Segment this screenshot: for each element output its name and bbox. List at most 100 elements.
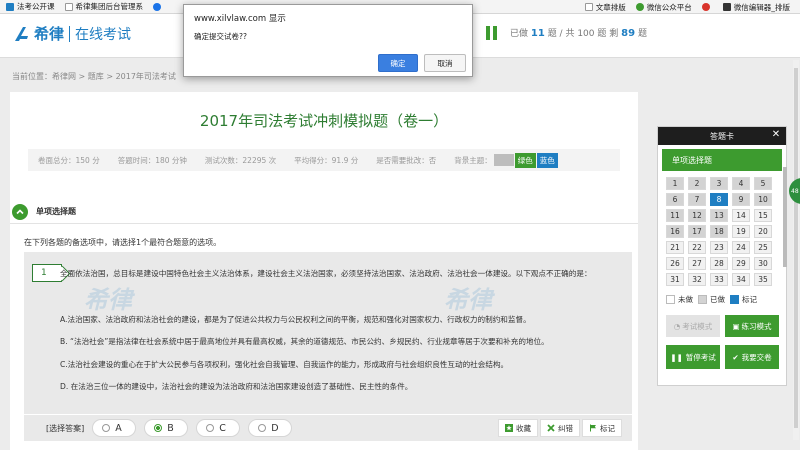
option-b-text: B. “法治社会”是指法律在社会系统中居于最高地位并具有最高权威，其余的道德规范… — [60, 337, 549, 346]
question-cell-14[interactable]: 14 — [732, 209, 750, 222]
question-cell-11[interactable]: 11 — [666, 209, 684, 222]
question-text: 全面依法治国，总目标是建设中国特色社会主义法治体系，建设社会主义法治国家，必须坚… — [60, 269, 592, 278]
radio-checked-icon — [154, 424, 163, 432]
side-float-tab[interactable]: 48 — [789, 178, 800, 204]
collapse-icon[interactable] — [12, 203, 28, 220]
question-cell-6[interactable]: 6 — [666, 193, 684, 206]
answer-option-d[interactable]: D — [248, 419, 293, 437]
question-cell-13[interactable]: 13 — [710, 209, 728, 222]
exam-info-bar: 卷面总分：150 分 答题时间：180 分钟 测试次数：22295 次 平均得分… — [28, 149, 620, 171]
question-cell-34[interactable]: 34 — [732, 273, 750, 286]
dialog-message: 确定提交试卷?? — [194, 32, 247, 41]
answer-option-b[interactable]: B — [144, 419, 189, 437]
logo-subtitle: 在线考试 — [75, 26, 132, 43]
question-grid: 1 2 3 4 5 6 7 8 9 10 11 12 13 14 15 16 17 18 19 20 21 22 23 24 2… — [666, 177, 776, 286]
question-cell-17[interactable]: 17 — [688, 225, 706, 238]
question-cell-12[interactable]: 12 — [688, 209, 706, 222]
answer-row: [选择答案] A B C D 收藏 纠错 标记 — [24, 415, 632, 441]
question-cell-20[interactable]: 20 — [754, 225, 772, 238]
bookmark-label: 希律集团后台管理系 — [75, 2, 144, 11]
practice-mode-button[interactable]: ▣ 练习模式 — [725, 315, 779, 337]
clock-icon: ◔ — [673, 321, 681, 331]
dialog-ok-button[interactable]: 确定 — [378, 54, 418, 72]
bookmark-third[interactable] — [153, 2, 164, 11]
radio-icon — [206, 424, 215, 432]
theme-green-button[interactable]: 绿色 — [514, 152, 536, 168]
question-cell-26[interactable]: 26 — [666, 257, 684, 270]
answer-card-scrollbar[interactable] — [783, 167, 787, 267]
submit-exam-button[interactable]: ✔ 我要交卷 — [725, 345, 779, 369]
question-cell-7[interactable]: 7 — [688, 193, 706, 206]
bookmark-editor[interactable]: 微信编辑器_排版 — [722, 2, 790, 13]
site-logo[interactable]: 希律 在线考试 — [14, 23, 131, 44]
question-cell-35[interactable]: 35 — [754, 273, 772, 286]
bookmark-label: 微信编辑器_排版 — [733, 2, 790, 12]
logo-text: 希律 — [34, 25, 65, 43]
favorite-button[interactable]: 收藏 — [498, 419, 538, 437]
page-icon — [64, 2, 73, 11]
mode-row: ◔ 考试模式 ▣ 练习模式 — [666, 315, 786, 337]
question-cell-30[interactable]: 30 — [754, 257, 772, 270]
report-error-button[interactable]: 纠错 — [540, 419, 580, 437]
question-cell-22[interactable]: 22 — [688, 241, 706, 254]
exam-title: 2017年司法考试冲刺模拟题（卷一） — [199, 112, 449, 130]
page-icon — [584, 3, 593, 11]
pause-exam-button[interactable]: ❚❚ 暂停考试 — [666, 345, 720, 369]
question-cell-21[interactable]: 21 — [666, 241, 684, 254]
bookmark-wechat[interactable]: 微信公众平台 — [635, 2, 692, 13]
dialog-title: www.xilvlaw.com 显示 — [194, 14, 286, 24]
question-cell-28[interactable]: 28 — [710, 257, 728, 270]
answer-card: 答题卡 ✕ 单项选择题 1 2 3 4 5 6 7 8 9 10 11 12 13 14 15 16 17 18 1… — [657, 126, 787, 386]
done-count: 11 — [530, 28, 545, 39]
question-cell-25[interactable]: 25 — [754, 241, 772, 254]
question-cell-33[interactable]: 33 — [710, 273, 728, 286]
question-cell-8[interactable]: 8 — [710, 193, 728, 206]
mark-button[interactable]: 标记 — [582, 419, 622, 437]
answer-option-c[interactable]: C — [196, 419, 241, 437]
question-cell-10[interactable]: 10 — [754, 193, 772, 206]
answer-label: [选择答案] — [46, 423, 85, 433]
question-cell-9[interactable]: 9 — [732, 193, 750, 206]
option-d-text: D. 在法治三位一体的建设中，法治社会的建设为法治政府和法治国家建设创造了基础性… — [60, 382, 413, 391]
answer-card-legend: 未做 已做 标记 — [666, 294, 786, 305]
page-scrollbar-thumb[interactable] — [794, 68, 798, 428]
question-cell-4[interactable]: 4 — [732, 177, 750, 190]
answer-card-title: 答题卡 — [710, 131, 734, 141]
theme-gray-swatch[interactable] — [493, 154, 514, 166]
close-icon[interactable]: ✕ — [770, 129, 782, 141]
question-cell-24[interactable]: 24 — [732, 241, 750, 254]
bookmark-admin[interactable]: 希律集团后台管理系 — [64, 1, 144, 12]
progress-summary: 已做 11 题 / 共 100 题 剩 89 题 — [510, 28, 647, 39]
info-grading: 是否需要批改：否 — [376, 155, 437, 165]
info-attempts: 测试次数：22295 次 — [204, 155, 277, 165]
question-cell-15[interactable]: 15 — [754, 209, 772, 222]
question-cell-19[interactable]: 19 — [732, 225, 750, 238]
theme-blue-button[interactable]: 蓝色 — [536, 152, 558, 168]
question-cell-23[interactable]: 23 — [710, 241, 728, 254]
xilv-logo-icon — [15, 26, 28, 41]
answer-option-a[interactable]: A — [92, 419, 137, 437]
question-cell-1[interactable]: 1 — [666, 177, 684, 190]
dialog-cancel-button[interactable]: 取消 — [424, 54, 466, 72]
question-cell-29[interactable]: 29 — [732, 257, 750, 270]
exam-mode-button[interactable]: ◔ 考试模式 — [666, 315, 720, 337]
question-cell-16[interactable]: 16 — [666, 225, 684, 238]
option-a-text: A.法治国家、法治政府和法治社会的建设，都是为了促进公共权力与公民权利之间的平衡… — [60, 315, 531, 324]
question-cell-31[interactable]: 31 — [666, 273, 684, 286]
bookmark-weibo[interactable] — [701, 3, 713, 11]
question-cell-27[interactable]: 27 — [688, 257, 706, 270]
question-cell-32[interactable]: 32 — [688, 273, 706, 286]
remain-count: 89 — [621, 28, 636, 39]
question-cell-5[interactable]: 5 — [754, 177, 772, 190]
legend-undone-swatch — [666, 295, 675, 304]
bookmark-layout[interactable]: 文章排版 — [584, 2, 626, 13]
question-cell-2[interactable]: 2 — [688, 177, 706, 190]
page-scrollbar[interactable] — [793, 60, 799, 440]
pause-icon[interactable] — [480, 22, 502, 44]
radio-icon — [258, 424, 267, 432]
logo-divider — [69, 25, 71, 42]
flag-icon — [590, 424, 596, 432]
bookmark-fakao[interactable]: 法考公开课 — [6, 1, 55, 12]
question-cell-3[interactable]: 3 — [710, 177, 728, 190]
question-cell-18[interactable]: 18 — [710, 225, 728, 238]
